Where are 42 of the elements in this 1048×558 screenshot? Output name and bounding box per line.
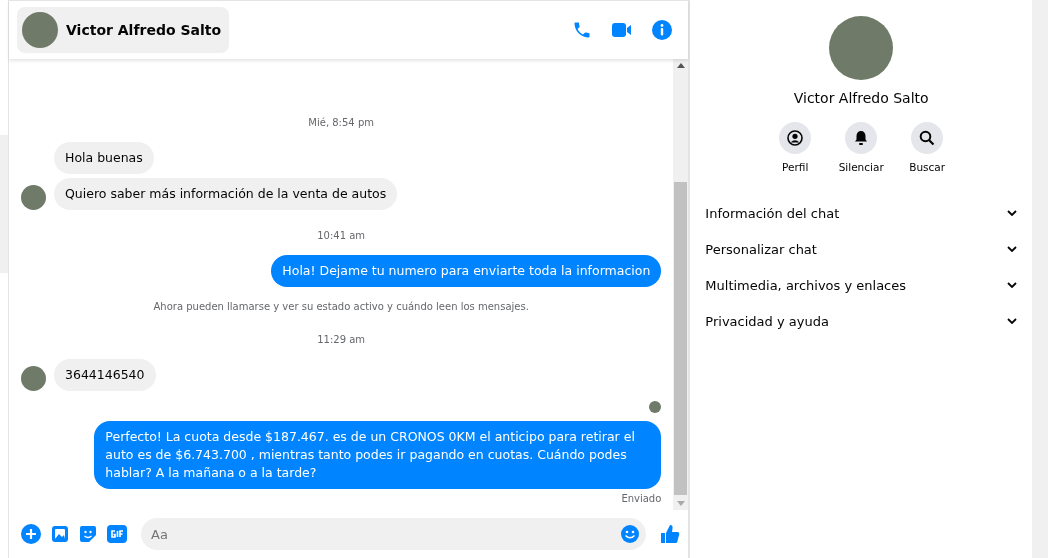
profile-name: Victor Alfredo Salto bbox=[793, 90, 929, 106]
action-label: Buscar bbox=[909, 161, 946, 173]
action-button[interactable] bbox=[779, 122, 812, 154]
bell-icon bbox=[853, 130, 870, 146]
timestamp: 10:41 am bbox=[316, 230, 367, 241]
contact-button[interactable]: Victor Alfredo Salto bbox=[17, 7, 230, 53]
image-icon[interactable] bbox=[51, 525, 69, 543]
scroll-down-icon[interactable] bbox=[676, 501, 685, 506]
section-header[interactable]: Información del chat bbox=[705, 195, 1017, 231]
action-label: Silenciar bbox=[838, 161, 884, 173]
incoming-message: 3644146540 bbox=[54, 359, 156, 391]
system-notice: Ahora pueden llamarse y ver su estado activo y cuándo leen los mensajes. bbox=[152, 301, 530, 312]
scroll-up-icon[interactable] bbox=[676, 63, 685, 68]
outgoing-message: Perfecto! La cuota desde $187.467. es de un CRONOS 0KM el anticipo para retirar el auto es de $6.743.700 , mientras tanto podes ir pagando en cuotas. Cuándo podes hablar? A la mañana o a la tarde? bbox=[94, 421, 662, 489]
thumbs-up-icon[interactable] bbox=[660, 524, 681, 544]
action-label: Perfil bbox=[782, 161, 809, 173]
scrollbar-thumb[interactable] bbox=[674, 182, 688, 495]
message-input[interactable]: Aa bbox=[141, 518, 647, 550]
person-icon bbox=[787, 130, 804, 146]
timestamp: 11:29 am bbox=[316, 334, 367, 345]
timestamp: Mié, 8:54 pm bbox=[307, 117, 375, 128]
search-icon bbox=[919, 130, 936, 146]
info-icon[interactable] bbox=[652, 20, 673, 40]
sticker-icon[interactable] bbox=[79, 525, 97, 543]
scrollbar[interactable] bbox=[673, 59, 689, 510]
section-header[interactable]: Multimedia, archivos y enlaces bbox=[705, 267, 1017, 303]
section-header[interactable]: Personalizar chat bbox=[705, 231, 1017, 267]
section-header[interactable]: Privacidad y ayuda bbox=[705, 303, 1017, 339]
gif-icon[interactable] bbox=[107, 525, 127, 543]
plus-icon[interactable] bbox=[21, 524, 41, 544]
emoji-icon[interactable] bbox=[621, 525, 640, 543]
incoming-message: Hola buenas bbox=[54, 142, 154, 174]
delivery-status: Enviado bbox=[620, 493, 662, 504]
contact-name: Victor Alfredo Salto bbox=[66, 22, 222, 38]
action-button[interactable] bbox=[911, 122, 944, 154]
phone-icon[interactable] bbox=[572, 20, 593, 40]
video-camera-icon[interactable] bbox=[612, 22, 633, 38]
outgoing-message: Hola! Dejame tu numero para enviarte toda la informacion bbox=[271, 255, 662, 287]
read-receipt-avatar bbox=[649, 401, 662, 413]
incoming-message: Quiero saber más información de la venta de autos bbox=[54, 178, 398, 210]
avatar-photo-placeholder bbox=[22, 12, 58, 48]
action-button[interactable] bbox=[845, 122, 878, 154]
